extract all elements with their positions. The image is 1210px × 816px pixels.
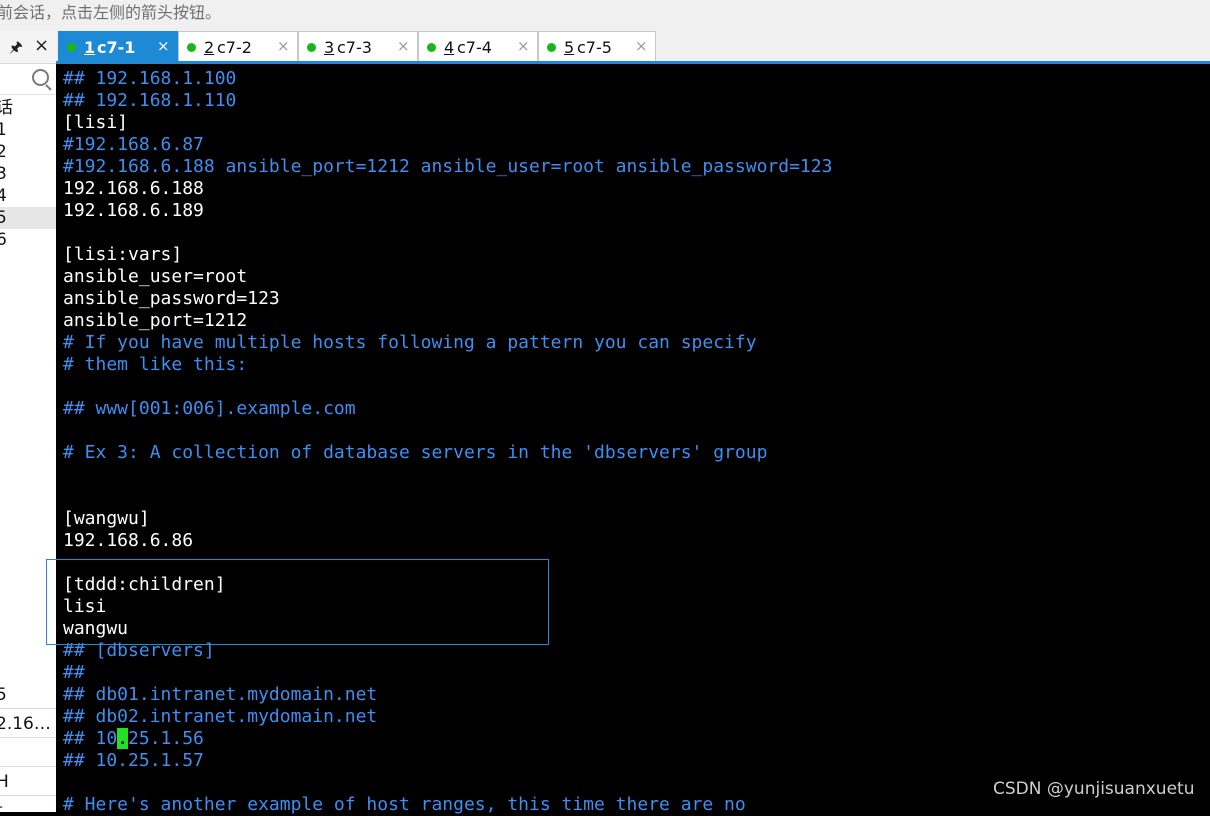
tab-close-icon[interactable]: ×: [517, 37, 530, 55]
terminal-line: ##: [63, 662, 85, 683]
terminal-line: ansible_password=123: [63, 288, 280, 309]
watermark: CSDN @yunjisuanxuetu: [993, 779, 1195, 799]
terminal-line: ## 10.25.1.57: [63, 750, 204, 771]
terminal-line: ansible_port=1212: [63, 310, 248, 331]
tab-close-icon[interactable]: ×: [157, 37, 170, 55]
session-tree-item[interactable]: 4: [0, 185, 56, 207]
session-property-row: t: [0, 798, 56, 812]
session-property-row: 2.16…: [0, 711, 56, 738]
terminal-line: ## db02.intranet.mydomain.net: [63, 706, 378, 727]
session-tree-item[interactable]: 3: [0, 163, 56, 185]
tab-number: 3: [324, 38, 335, 57]
terminal-line: # Ex 3: A collection of database servers…: [63, 442, 768, 463]
terminal-text: ## 10: [63, 728, 118, 749]
tab-close-icon[interactable]: ×: [397, 37, 410, 55]
tab-close-icon[interactable]: ×: [277, 37, 290, 55]
terminal-line: ## www[001:006].example.com: [63, 398, 356, 419]
terminal-line: # them like this:: [63, 354, 248, 375]
tab-number: 4: [444, 38, 455, 57]
session-property-row: 5: [0, 682, 56, 709]
terminal-line: lisi: [63, 596, 107, 617]
terminal-line: [lisi:vars]: [63, 244, 183, 265]
tab-number: 2: [204, 38, 215, 57]
tab-close-icon[interactable]: ×: [635, 37, 648, 55]
tab-number: 5: [564, 38, 575, 57]
terminal-line: ## db01.intranet.mydomain.net: [63, 684, 378, 705]
status-dot-icon: [307, 43, 316, 52]
terminal-line: #192.168.6.188 ansible_port=1212 ansible…: [63, 156, 833, 177]
tab-c7-4[interactable]: 4 c7-4 ×: [418, 31, 538, 62]
terminal-line: wangwu: [63, 618, 129, 639]
session-panel: 🖈 × 话123456 52.16…Ht: [0, 31, 57, 812]
terminal-text: 25.1.56: [128, 728, 204, 749]
session-tree-item[interactable]: 6: [0, 229, 56, 251]
terminal-line: ansible_user=root: [63, 266, 248, 287]
tab-c7-3[interactable]: 3 c7-3 ×: [298, 31, 418, 62]
status-dot-icon: [547, 43, 556, 52]
pin-icon[interactable]: 🖈: [9, 37, 23, 62]
terminal-view[interactable]: ## 192.168.1.100 ## 192.168.1.110 [lisi] #1…: [46, 64, 1210, 815]
tab-c7-1[interactable]: 1 c7-1 ×: [58, 31, 178, 62]
tab-label: c7-5: [577, 38, 612, 57]
session-hint-bar: 前会话，点击左侧的箭头按钮。: [0, 0, 1210, 31]
terminal-line: ## 192.168.1.100: [63, 68, 237, 89]
tab-number: 1: [84, 38, 96, 57]
status-dot-icon: [67, 43, 76, 52]
terminal-line: 192.168.6.188: [63, 178, 204, 199]
session-panel-header: 🖈 ×: [0, 31, 56, 64]
tab-c7-2[interactable]: 2 c7-2 ×: [178, 31, 298, 62]
session-property-row: H: [0, 769, 56, 796]
tab-label: c7-2: [217, 38, 252, 57]
tab-label: c7-1: [97, 38, 136, 57]
tab-bar: 1 c7-1 × 2 c7-2 × 3 c7-3 × 4 c7-4 × 5 c7-5 ×: [56, 31, 1210, 62]
session-tree-item[interactable]: 2: [0, 141, 56, 163]
session-property-value: 2.16…: [0, 714, 51, 734]
session-search-row[interactable]: [0, 64, 56, 95]
text-cursor: .: [117, 728, 129, 749]
status-dot-icon: [427, 43, 436, 52]
terminal-line: #192.168.6.87: [63, 134, 204, 155]
terminal-line: 192.168.6.86: [63, 530, 194, 551]
session-hint-text: 前会话，点击左侧的箭头按钮。: [0, 3, 222, 22]
terminal-line: ## [dbservers]: [63, 640, 215, 661]
tab-label: c7-4: [457, 38, 492, 57]
session-tree-item[interactable]: 5: [0, 207, 56, 229]
status-dot-icon: [187, 43, 196, 52]
terminal-line: # Here's another example of host ranges,…: [63, 794, 746, 815]
session-tree-item[interactable]: 话: [0, 97, 56, 119]
session-property-value: t: [0, 798, 3, 812]
tab-c7-5[interactable]: 5 c7-5 ×: [538, 31, 656, 62]
close-icon[interactable]: ×: [34, 35, 49, 56]
tab-label: c7-3: [337, 38, 372, 57]
session-property-row: [0, 740, 56, 767]
session-property-value: 5: [0, 682, 7, 708]
session-tree-item[interactable]: 1: [0, 119, 56, 141]
terminal-line: ## 192.168.1.110: [63, 90, 237, 111]
terminal-line: [lisi]: [63, 112, 129, 133]
session-property-value: H: [0, 769, 9, 795]
terminal-line: [wangwu]: [63, 508, 150, 529]
terminal-line: ## 10.25.1.56: [63, 728, 204, 750]
terminal-line: [tddd:children]: [63, 574, 226, 595]
terminal-line: # If you have multiple hosts following a…: [63, 332, 757, 353]
terminal-line: 192.168.6.189: [63, 200, 204, 221]
search-icon[interactable]: [32, 69, 49, 86]
